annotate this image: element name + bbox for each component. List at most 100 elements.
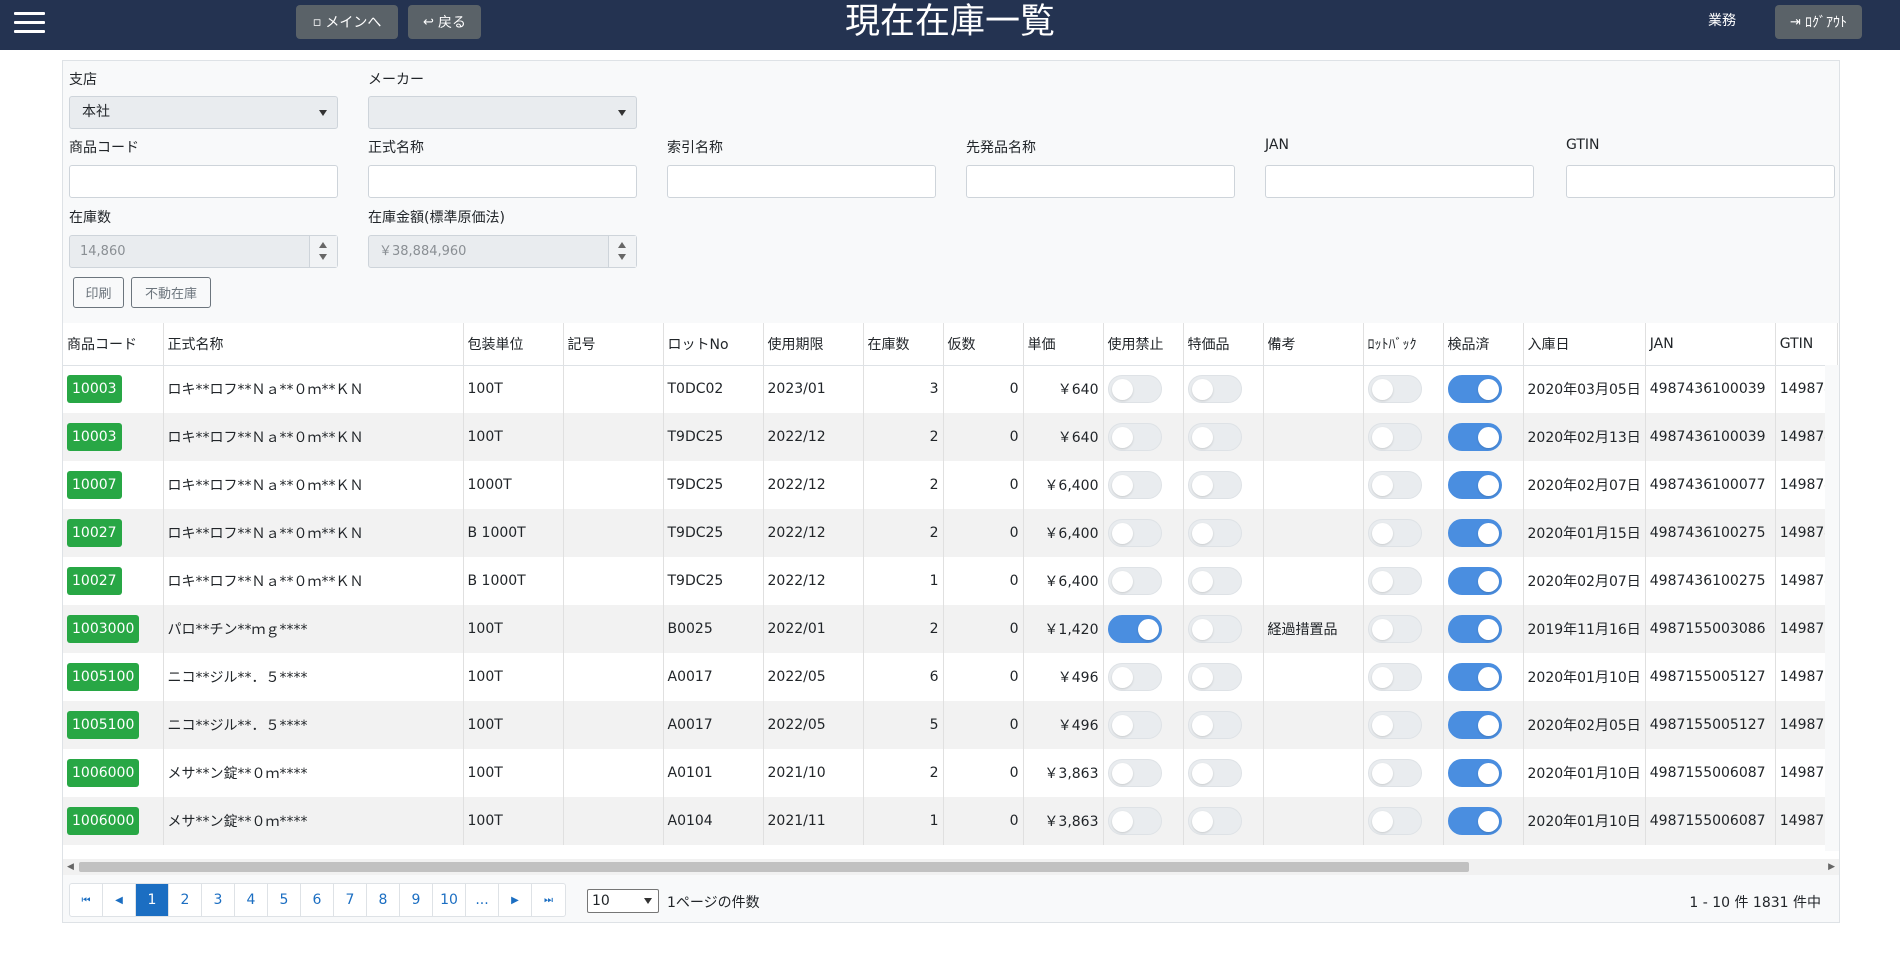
table-row[interactable]: 10003 ロキ**ロフ**Ｎａ**０ｍ**ＫＮ 100T T0DC02 2023/01… <box>63 365 1839 413</box>
column-header[interactable]: 入庫日 <box>1523 323 1646 366</box>
inspected-toggle[interactable] <box>1447 567 1502 595</box>
next-page-icon[interactable]: ▶ <box>499 884 532 916</box>
first-page-icon[interactable]: ⏮ <box>70 884 103 916</box>
table-row[interactable]: 1005100 ニコ**ジル**．５**** 100T A0017 2022/05 5 0 ￥… <box>63 701 1839 749</box>
column-header[interactable]: 在庫数 <box>863 323 944 366</box>
main-menu-button[interactable]: ▫ メインへ <box>296 5 398 39</box>
branch-select[interactable]: 本社 <box>69 96 338 129</box>
banned-toggle[interactable] <box>1107 615 1162 643</box>
last-page-icon[interactable]: ⏭ <box>532 884 565 916</box>
maker-select[interactable] <box>368 96 637 129</box>
table-row[interactable]: 1003000 パロ**チン**ｍｇ**** 100T B0025 2022/01 2 0 ￥… <box>63 605 1839 653</box>
page-button[interactable]: 1 <box>136 884 169 916</box>
prev-page-icon[interactable]: ◀ <box>103 884 136 916</box>
lotback-toggle[interactable] <box>1367 375 1422 404</box>
official-name-input[interactable] <box>368 165 637 198</box>
column-header[interactable]: 使用禁止 <box>1103 323 1184 366</box>
lotback-toggle[interactable] <box>1367 423 1422 451</box>
page-button[interactable]: 10 <box>433 884 466 916</box>
page-button[interactable]: 7 <box>334 884 367 916</box>
inspected-toggle[interactable] <box>1447 711 1502 739</box>
banned-toggle[interactable] <box>1107 807 1162 835</box>
special-toggle[interactable] <box>1187 615 1242 643</box>
index-name-input[interactable] <box>667 165 936 198</box>
banned-toggle[interactable] <box>1107 519 1162 547</box>
logout-button[interactable]: ⇥ ﾛｸﾞｱｳﾄ <box>1775 5 1862 39</box>
column-header[interactable]: 検品済 <box>1443 323 1524 366</box>
special-toggle[interactable] <box>1187 759 1242 787</box>
column-header[interactable]: 使用期限 <box>763 323 864 366</box>
special-toggle[interactable] <box>1187 519 1242 547</box>
inspected-toggle[interactable] <box>1447 663 1502 691</box>
inspected-toggle[interactable] <box>1447 807 1502 835</box>
stock-count-spinner[interactable] <box>309 236 337 267</box>
product-code-button[interactable]: 1006000 <box>67 759 140 787</box>
inspected-toggle[interactable] <box>1447 423 1502 451</box>
product-code-button[interactable]: 10027 <box>67 567 122 595</box>
lotback-toggle[interactable] <box>1367 615 1422 643</box>
product-code-button[interactable]: 1003000 <box>67 615 140 643</box>
column-header[interactable]: 特価品 <box>1183 323 1264 366</box>
stock-amount-spinner[interactable] <box>608 236 636 267</box>
vertical-scrollbar[interactable] <box>1825 365 1839 851</box>
product-code-button[interactable]: 10003 <box>67 375 122 404</box>
brand-name-input[interactable] <box>966 165 1235 198</box>
page-button[interactable]: 8 <box>367 884 400 916</box>
special-toggle[interactable] <box>1187 567 1242 595</box>
lotback-toggle[interactable] <box>1367 759 1422 787</box>
page-button[interactable]: ... <box>466 884 499 916</box>
special-toggle[interactable] <box>1187 711 1242 739</box>
inspected-toggle[interactable] <box>1447 375 1502 404</box>
page-size-select[interactable]: 10 <box>587 889 659 913</box>
product-code-button[interactable]: 10007 <box>67 471 122 499</box>
table-row[interactable]: 10027 ロキ**ロフ**Ｎａ**０ｍ**ＫＮ B 1000T T9DC25 2022… <box>63 509 1839 557</box>
table-row[interactable]: 1006000 メサ**ン錠**０ｍ**** 100T A0101 2021/10 2 0 ￥… <box>63 749 1839 797</box>
lotback-toggle[interactable] <box>1367 663 1422 691</box>
table-row[interactable]: 1006000 メサ**ン錠**０ｍ**** 100T A0104 2021/11 1 0 ￥… <box>63 797 1839 845</box>
banned-toggle[interactable] <box>1107 663 1162 691</box>
back-button[interactable]: ↩ 戻る <box>408 5 481 39</box>
dead-stock-button[interactable]: 不動在庫 <box>131 277 211 308</box>
banned-toggle[interactable] <box>1107 567 1162 595</box>
special-toggle[interactable] <box>1187 375 1242 404</box>
product-code-button[interactable]: 10003 <box>67 423 122 451</box>
table-row[interactable]: 10007 ロキ**ロフ**Ｎａ**０ｍ**ＫＮ 1000T T9DC25 2022/1… <box>63 461 1839 509</box>
page-button[interactable]: 3 <box>202 884 235 916</box>
banned-toggle[interactable] <box>1107 375 1162 404</box>
product-code-button[interactable]: 1005100 <box>67 711 140 739</box>
banned-toggle[interactable] <box>1107 759 1162 787</box>
column-header[interactable]: GTIN <box>1775 323 1839 366</box>
gtin-input[interactable] <box>1566 165 1835 198</box>
column-header[interactable]: 記号 <box>563 323 664 366</box>
horizontal-scrollbar[interactable]: ◀ ▶ <box>63 859 1839 875</box>
page-button[interactable]: 4 <box>235 884 268 916</box>
inspected-toggle[interactable] <box>1447 759 1502 787</box>
lotback-toggle[interactable] <box>1367 567 1422 595</box>
page-button[interactable]: 2 <box>169 884 202 916</box>
special-toggle[interactable] <box>1187 471 1242 499</box>
code-input[interactable] <box>69 165 338 198</box>
column-header[interactable]: 商品コード <box>63 323 164 366</box>
print-button[interactable]: 印刷 <box>73 277 124 308</box>
table-row[interactable]: 1005100 ニコ**ジル**．５**** 100T A0017 2022/05 6 0 ￥… <box>63 653 1839 701</box>
column-header[interactable]: 単価 <box>1023 323 1104 366</box>
banned-toggle[interactable] <box>1107 471 1162 499</box>
inspected-toggle[interactable] <box>1447 615 1502 643</box>
product-code-button[interactable]: 1006000 <box>67 807 140 835</box>
column-header[interactable]: 正式名称 <box>163 323 464 366</box>
lotback-toggle[interactable] <box>1367 471 1422 499</box>
column-header[interactable]: 備考 <box>1263 323 1364 366</box>
column-header[interactable]: JAN <box>1645 323 1776 366</box>
page-button[interactable]: 5 <box>268 884 301 916</box>
banned-toggle[interactable] <box>1107 711 1162 739</box>
inspected-toggle[interactable] <box>1447 519 1502 547</box>
table-row[interactable]: 10003 ロキ**ロフ**Ｎａ**０ｍ**ＫＮ 100T T9DC25 2022/12… <box>63 413 1839 461</box>
column-header[interactable]: ロットNo <box>663 323 764 366</box>
banned-toggle[interactable] <box>1107 423 1162 451</box>
special-toggle[interactable] <box>1187 663 1242 691</box>
scroll-right-icon[interactable]: ▶ <box>1828 862 1835 872</box>
product-code-button[interactable]: 1005100 <box>67 663 140 691</box>
jan-input[interactable] <box>1265 165 1534 198</box>
column-header[interactable]: ﾛｯﾄﾊﾞｯｸ <box>1363 323 1444 366</box>
scroll-left-icon[interactable]: ◀ <box>67 862 74 872</box>
